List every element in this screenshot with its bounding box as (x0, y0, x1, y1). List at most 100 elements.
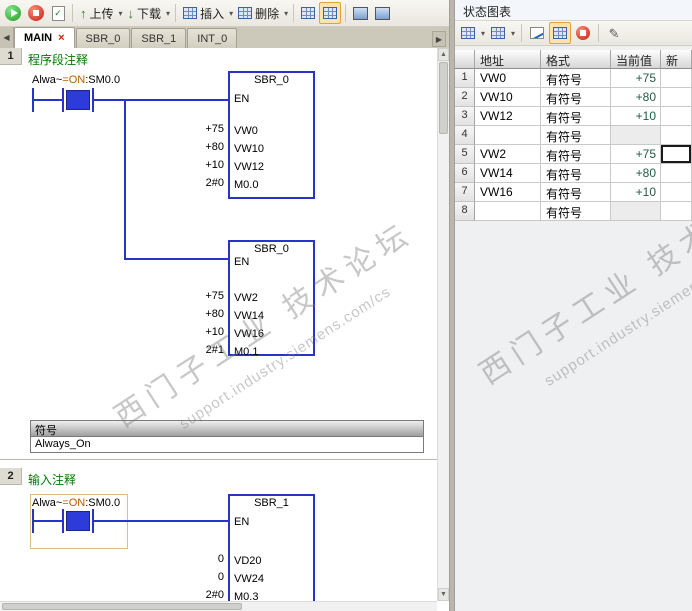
new-value-cell[interactable] (661, 202, 692, 221)
address-cell[interactable]: VW12 (475, 107, 541, 126)
download-button[interactable]: ↓ 下载 (125, 2, 165, 24)
format-cell[interactable]: 有符号 (541, 183, 611, 202)
symbol-table-row[interactable]: Always_On (31, 437, 423, 452)
current-value-cell[interactable]: +75 (611, 145, 661, 164)
tab-scroll-right-button[interactable]: ▶ (432, 31, 446, 47)
address-cell[interactable]: VW16 (475, 183, 541, 202)
column-header-new[interactable]: 新 (661, 50, 692, 69)
compile-button[interactable]: ✓ (48, 2, 68, 24)
new-value-cell[interactable] (661, 69, 692, 88)
row-number[interactable]: 6 (455, 164, 475, 183)
ladder-editor-canvas[interactable]: 1 程序段注释 Alwa~=ON:SM0.0 SBR_0 EN VW0 VW10… (0, 48, 437, 601)
download-dropdown-caret-icon[interactable]: ▾ (165, 9, 171, 18)
block-operand[interactable]: VW14 (234, 310, 264, 324)
chart-table-caret-icon[interactable]: ▾ (480, 29, 486, 38)
address-cell[interactable]: VW10 (475, 88, 541, 107)
row-number[interactable]: 8 (455, 202, 475, 221)
new-value-cell-focused[interactable] (661, 145, 692, 164)
format-cell[interactable]: 有符号 (541, 202, 611, 221)
insert-button[interactable]: 插入 (180, 2, 227, 24)
chart-table-button[interactable] (458, 22, 478, 44)
column-header-format[interactable]: 格式 (541, 50, 611, 69)
block-operand[interactable]: VW0 (234, 125, 258, 139)
current-value-cell[interactable]: +10 (611, 183, 661, 202)
chart-view-caret-icon[interactable]: ▾ (510, 29, 516, 38)
editor-vertical-scrollbar[interactable]: ▲ ▼ (437, 48, 449, 601)
network-1-comment[interactable]: 程序段注释 (28, 51, 88, 68)
run-button[interactable] (2, 2, 24, 24)
row-number[interactable]: 7 (455, 183, 475, 202)
block-operand[interactable]: VW12 (234, 161, 264, 175)
tab-close-icon[interactable]: × (58, 32, 64, 44)
upload-dropdown-caret-icon[interactable]: ▾ (118, 9, 124, 18)
current-value-cell[interactable]: +80 (611, 88, 661, 107)
block-operand[interactable]: VD20 (234, 555, 262, 569)
insert-dropdown-caret-icon[interactable]: ▾ (228, 9, 234, 18)
vertical-scroll-thumb[interactable] (439, 62, 448, 134)
editor-horizontal-scrollbar[interactable] (0, 601, 437, 611)
new-value-cell[interactable] (661, 164, 692, 183)
block-operand[interactable]: VW10 (234, 143, 264, 157)
address-cell[interactable] (475, 202, 541, 221)
block-operand[interactable]: VW16 (234, 328, 264, 342)
tab-scroll-left-button[interactable]: ◀ (0, 27, 14, 48)
address-cell[interactable] (475, 126, 541, 145)
format-cell[interactable]: 有符号 (541, 145, 611, 164)
horizontal-scroll-thumb[interactable] (2, 603, 242, 610)
delete-dropdown-caret-icon[interactable]: ▾ (283, 9, 289, 18)
subroutine-block-sbr0-2[interactable]: SBR_0 EN VW2 VW14 VW16 M0.1 (228, 240, 315, 358)
stop-button[interactable] (25, 2, 47, 24)
row-number[interactable]: 2 (455, 88, 475, 107)
edit-value-button[interactable]: ✎ (604, 22, 624, 44)
block-operand[interactable]: VW2 (234, 292, 258, 306)
row-number[interactable]: 4 (455, 126, 475, 145)
new-value-cell[interactable] (661, 126, 692, 145)
row-number[interactable]: 5 (455, 145, 475, 164)
current-value-cell[interactable]: +80 (611, 164, 661, 183)
block-operand[interactable]: M0.0 (234, 179, 258, 193)
row-number[interactable]: 3 (455, 107, 475, 126)
contact-operand-text[interactable]: Alwa~=ON:SM0.0 (32, 74, 120, 86)
upload-button[interactable]: ↑ 上传 (77, 2, 117, 24)
program-status-button[interactable] (350, 2, 371, 24)
row-number[interactable]: 1 (455, 69, 475, 88)
block-operand[interactable]: VW24 (234, 573, 264, 587)
delete-button[interactable]: 删除 (235, 2, 282, 24)
current-value-cell[interactable] (611, 126, 661, 145)
chart-status-button[interactable] (319, 2, 342, 24)
format-cell[interactable]: 有符号 (541, 126, 611, 145)
power-flow-indicator[interactable] (66, 90, 90, 110)
scroll-down-button[interactable]: ▼ (438, 588, 449, 601)
pause-status-button[interactable] (372, 2, 393, 24)
scroll-up-button[interactable]: ▲ (438, 48, 449, 61)
contact-operand-text[interactable]: Alwa~=ON:SM0.0 (32, 497, 120, 509)
chart-view-button[interactable] (488, 22, 508, 44)
format-cell[interactable]: 有符号 (541, 88, 611, 107)
chart-status-on-button[interactable] (549, 22, 572, 44)
column-header-current[interactable]: 当前值 (611, 50, 661, 69)
format-cell[interactable]: 有符号 (541, 164, 611, 183)
new-value-cell[interactable] (661, 88, 692, 107)
chart-status-pause-button[interactable] (573, 22, 593, 44)
format-cell[interactable]: 有符号 (541, 69, 611, 88)
current-value-cell[interactable]: +10 (611, 107, 661, 126)
block-operand[interactable]: M0.1 (234, 346, 258, 360)
new-value-cell[interactable] (661, 107, 692, 126)
address-cell[interactable]: VW14 (475, 164, 541, 183)
address-cell[interactable]: VW0 (475, 69, 541, 88)
tab-main[interactable]: MAIN × (14, 27, 75, 48)
current-value-cell[interactable]: +75 (611, 69, 661, 88)
tab-sbr1[interactable]: SBR_1 (131, 28, 187, 48)
current-value-cell[interactable] (611, 202, 661, 221)
address-cell[interactable]: VW2 (475, 145, 541, 164)
subroutine-block-sbr0-1[interactable]: SBR_0 EN VW0 VW10 VW12 M0.0 (228, 71, 315, 199)
block-operand[interactable]: M0.3 (234, 591, 258, 601)
tab-int0[interactable]: INT_0 (187, 28, 238, 48)
column-header-address[interactable]: 地址 (475, 50, 541, 69)
format-cell[interactable]: 有符号 (541, 107, 611, 126)
subroutine-block-sbr1[interactable]: SBR_1 EN VD20 VW24 M0.3 (228, 494, 315, 601)
network-2-comment[interactable]: 输入注释 (28, 471, 76, 488)
trend-view-button[interactable] (527, 22, 547, 44)
chart-button[interactable] (298, 2, 318, 24)
power-flow-indicator[interactable] (66, 511, 90, 531)
